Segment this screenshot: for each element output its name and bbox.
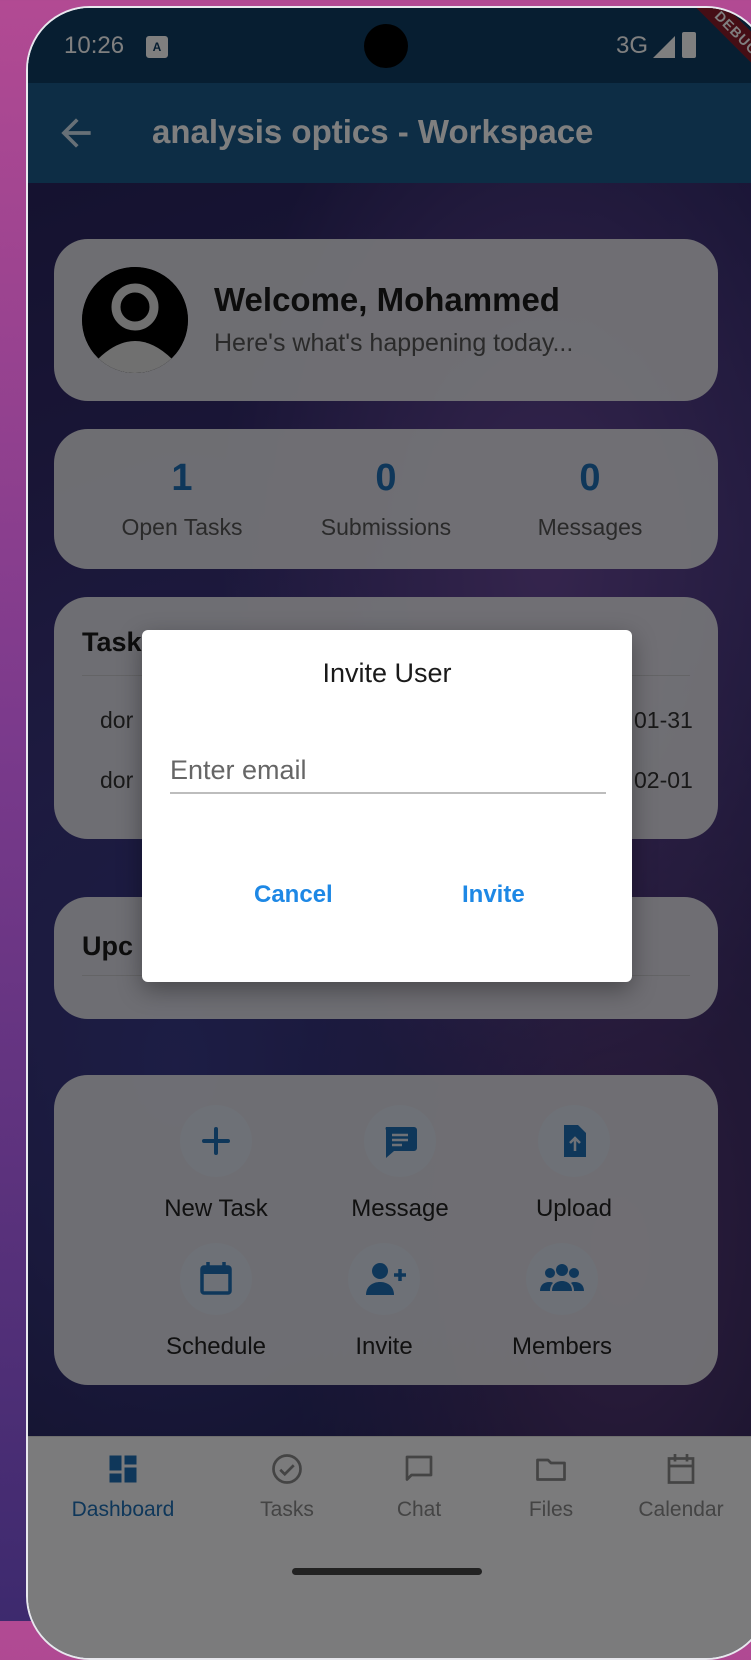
phone-frame: 10:26 A 3G DEBUG analysis optics - Works… [26, 6, 751, 1660]
dialog-title: Invite User [322, 658, 452, 688]
email-field[interactable] [170, 748, 606, 794]
invite-user-dialog: Invite User Cancel Invite [142, 630, 632, 982]
home-indicator[interactable] [292, 1568, 482, 1575]
invite-button[interactable]: Invite [456, 880, 531, 910]
screen: 10:26 A 3G DEBUG analysis optics - Works… [28, 8, 751, 1658]
cancel-button[interactable]: Cancel [248, 880, 339, 910]
